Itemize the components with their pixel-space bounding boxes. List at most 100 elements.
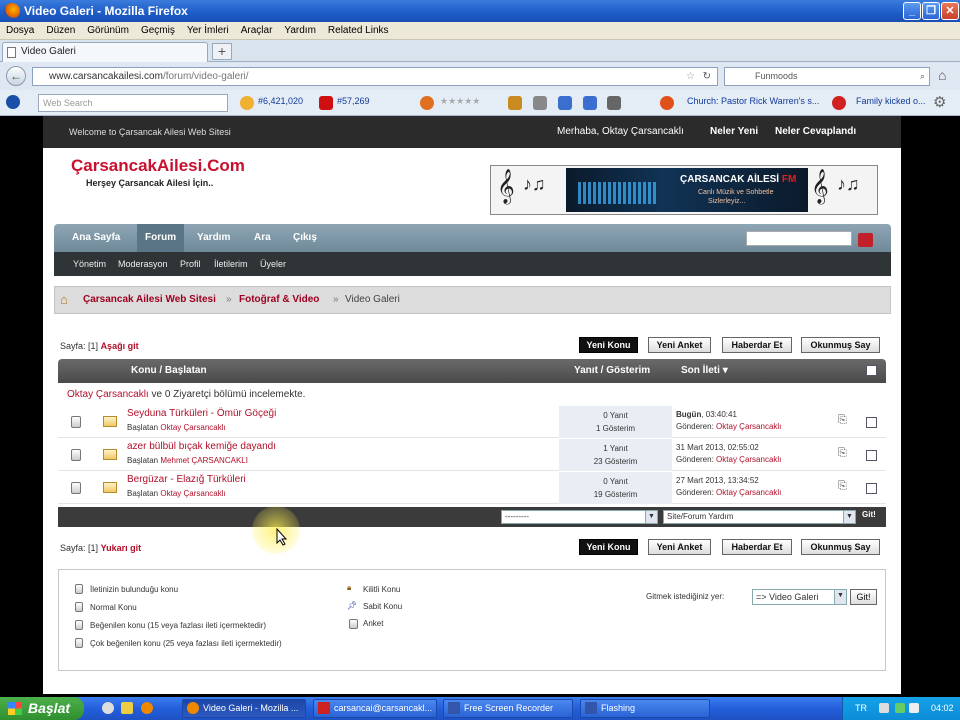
task-filezilla[interactable]: carsancai@carsancakl... [313, 699, 437, 718]
tray-icon[interactable] [909, 703, 919, 713]
nav-cikis[interactable]: Çıkış [285, 224, 325, 252]
toolbar-link-family[interactable]: Family kicked o... [856, 96, 926, 106]
row-checkbox[interactable] [866, 417, 877, 428]
jump-select[interactable]: => Video Galeri ▼ [752, 589, 847, 605]
url-bar[interactable]: www.carsancakailesi.com/forum/video-gale… [32, 67, 718, 86]
toolbar-link-church[interactable]: Church: Pastor Rick Warren's s... [687, 96, 819, 106]
maximize-button[interactable]: ❐ [922, 2, 940, 20]
star-icon[interactable]: ☆ [686, 68, 695, 85]
menu-gecmis[interactable]: Geçmiş [135, 22, 181, 40]
nav-forum[interactable]: Forum [137, 224, 185, 252]
language-indicator[interactable]: TR [855, 697, 867, 720]
tab-video-galeri[interactable]: Video Galeri [2, 42, 208, 62]
toolbar-logo-icon[interactable] [6, 95, 20, 109]
moderation-select[interactable]: --------- ▼ [501, 510, 658, 524]
menu-dosya[interactable]: Dosya [0, 22, 40, 40]
topic-title[interactable]: azer bülbül bıçak kemiğe dayandı [127, 441, 276, 452]
clock[interactable]: 04:02 [931, 697, 954, 720]
home-icon[interactable]: ⌂ [938, 67, 946, 83]
back-arrow-icon[interactable]: ← [6, 66, 26, 86]
new-topic-button[interactable]: Yeni Konu [579, 539, 638, 555]
bookmark-icon[interactable] [508, 96, 522, 110]
site-logo[interactable]: ÇarsancakAilesi.Com [71, 156, 245, 176]
rating-stars-icon[interactable]: ★★★★★ [440, 96, 480, 107]
go-to-last-post-icon[interactable]: ⎘ [838, 480, 847, 493]
tray-icon[interactable] [895, 703, 905, 713]
pages-icon[interactable] [583, 96, 597, 110]
go-down-link[interactable]: Aşağı git [101, 341, 139, 351]
subnav-uyeler[interactable]: Üyeler [260, 252, 286, 276]
rating-icon[interactable] [420, 96, 434, 110]
breadcrumb-site[interactable]: Çarsancak Ailesi Web Sitesi [83, 287, 216, 313]
fire-icon[interactable] [660, 96, 674, 110]
mark-read-button[interactable]: Okunmuş Say [801, 539, 880, 555]
col-stats[interactable]: Yanıt / Gösterim [574, 359, 650, 383]
mail-icon[interactable] [607, 96, 621, 110]
close-button[interactable]: ✕ [941, 2, 959, 20]
quicklaunch-icon[interactable] [121, 702, 133, 714]
go-to-last-post-icon[interactable]: ⎘ [838, 414, 847, 427]
reload-icon[interactable]: ↻ [703, 68, 711, 85]
search-bar[interactable]: Funmoods ⌕ [724, 67, 930, 86]
page-number[interactable]: [1] [88, 341, 98, 351]
radio-banner[interactable]: 𝄞 ♪♫ ÇARSANCAK AİLESİ FM Canlı Müzik ve … [490, 165, 878, 215]
menu-araclar[interactable]: Araçlar [235, 22, 279, 40]
row-checkbox[interactable] [866, 450, 877, 461]
menu-yardim[interactable]: Yardım [278, 22, 322, 40]
table-row[interactable]: Seyduna Türküleri - Ömür Göçeği Başlatan… [58, 406, 886, 438]
col-topic[interactable]: Konu / Başlatan [131, 359, 207, 383]
menu-duzen[interactable]: Düzen [40, 22, 81, 40]
forum-search-button[interactable] [858, 233, 873, 247]
task-screen-recorder[interactable]: Free Screen Recorder [443, 699, 573, 718]
tray-icon[interactable] [879, 703, 889, 713]
news-icon[interactable] [832, 96, 846, 110]
table-row[interactable]: azer bülbül bıçak kemiğe dayandı Başlata… [58, 439, 886, 471]
menu-gorunum[interactable]: Görünüm [81, 22, 135, 40]
new-posts-link[interactable]: Neler Yeni [710, 116, 758, 148]
menu-related-links[interactable]: Related Links [322, 22, 395, 40]
jump-go-button[interactable]: Git! [850, 589, 877, 605]
quicklaunch-icon[interactable] [141, 702, 153, 714]
breadcrumb-category[interactable]: Fotoğraf & Video [239, 287, 319, 313]
mark-read-button[interactable]: Okunmuş Say [801, 337, 880, 353]
subnav-profil[interactable]: Profil [180, 252, 201, 276]
user-greeting[interactable]: Merhaba, Oktay Çarsancaklı [557, 116, 684, 148]
nav-ara[interactable]: Ara [246, 224, 279, 252]
minimize-button[interactable]: _ [903, 2, 921, 20]
subnav-moderasyon[interactable]: Moderasyon [118, 252, 168, 276]
notes-icon[interactable] [533, 96, 547, 110]
page-number[interactable]: [1] [88, 543, 98, 553]
start-button[interactable]: Başlat [0, 697, 84, 720]
new-poll-button[interactable]: Yeni Anket [648, 539, 711, 555]
home-icon[interactable]: ⌂ [60, 287, 68, 313]
go-up-link[interactable]: Yukarı git [101, 543, 142, 553]
topic-title[interactable]: Bergüzar - Elazığ Türküleri [127, 474, 246, 485]
select-all-checkbox[interactable] [866, 365, 877, 376]
gear-icon[interactable]: ⚙ [933, 93, 946, 111]
new-poll-button[interactable]: Yeni Anket [648, 337, 711, 353]
nav-yardim[interactable]: Yardım [189, 224, 238, 252]
notify-button[interactable]: Haberdar Et [722, 539, 792, 555]
topic-title[interactable]: Seyduna Türküleri - Ömür Göçeği [127, 408, 276, 419]
page-info-icon[interactable] [558, 96, 572, 110]
quicklaunch-icon[interactable] [102, 702, 114, 714]
new-replies-link[interactable]: Neler Cevaplandı [775, 116, 856, 148]
task-flashing[interactable]: Flashing [580, 699, 710, 718]
footer-go-button[interactable]: Git! [862, 510, 876, 519]
forum-search-input[interactable] [746, 231, 852, 246]
go-to-last-post-icon[interactable]: ⎘ [838, 447, 847, 460]
viewer-user-link[interactable]: Oktay Çarsancaklı [67, 389, 149, 400]
menu-yer-imleri[interactable]: Yer İmleri [181, 22, 235, 40]
row-checkbox[interactable] [866, 483, 877, 494]
subnav-iletilerim[interactable]: İletilerim [214, 252, 248, 276]
new-tab-button[interactable]: + [212, 43, 232, 60]
notify-button[interactable]: Haberdar Et [722, 337, 792, 353]
new-topic-button[interactable]: Yeni Konu [579, 337, 638, 353]
toolbar-search-input[interactable]: Web Search [38, 94, 228, 112]
magnifier-icon[interactable]: ⌕ [920, 68, 925, 85]
table-row[interactable]: Bergüzar - Elazığ Türküleri Başlatan Okt… [58, 472, 886, 504]
col-last-post[interactable]: Son İleti ▾ [681, 359, 728, 383]
nav-ana-sayfa[interactable]: Ana Sayfa [64, 224, 128, 252]
subnav-yonetim[interactable]: Yönetim [73, 252, 106, 276]
forum-jump-select[interactable]: Site/Forum Yardım ▼ [663, 510, 856, 524]
